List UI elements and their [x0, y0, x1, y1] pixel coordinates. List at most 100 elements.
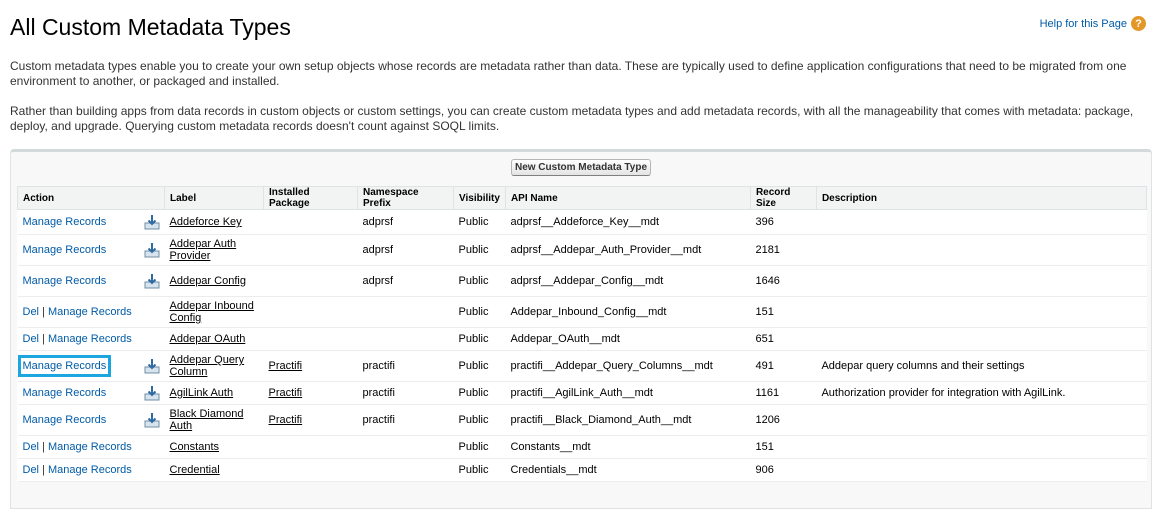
delete-link[interactable]: Del	[23, 306, 40, 318]
delete-link[interactable]: Del	[23, 333, 40, 345]
installed-package-cell	[263, 209, 358, 235]
description-cell	[816, 234, 1147, 266]
page-title: All Custom Metadata Types	[10, 14, 291, 40]
record-size-cell: 906	[750, 458, 817, 482]
action-separator: |	[42, 306, 45, 318]
table-row: Del | Manage Records Credential Public Cred…	[17, 458, 1147, 482]
manage-records-link[interactable]: Manage Records	[48, 441, 132, 453]
visibility-cell: Public	[453, 350, 506, 382]
manage-records-link[interactable]: Manage Records	[23, 216, 107, 228]
api-name-cell: practifi__Black_Diamond_Auth__mdt	[505, 404, 751, 436]
manage-records-link[interactable]: Manage Records	[23, 414, 107, 426]
installed-package-link[interactable]: Practifi	[269, 387, 303, 399]
metadata-type-label-link[interactable]: Credential	[170, 464, 220, 476]
manage-records-link[interactable]: Manage Records	[23, 275, 107, 287]
installed-package-cell	[263, 234, 358, 266]
metadata-types-panel: New Custom Metadata Type Action Label In…	[10, 149, 1152, 509]
action-cell: Del | Manage Records	[17, 458, 165, 482]
api-name-cell: Constants__mdt	[505, 435, 751, 459]
table-header-row: Action Label Installed Package Namespace…	[17, 186, 1148, 210]
label-cell: Addepar Query Column	[164, 350, 264, 382]
visibility-cell: Public	[453, 327, 506, 351]
column-header-namespace-prefix[interactable]: Namespace Prefix	[357, 186, 454, 210]
metadata-types-table: Action Label Installed Package Namespace…	[17, 186, 1148, 482]
record-size-cell: 1161	[750, 381, 817, 405]
table-row: Manage Records Addepar Config adprsf Public…	[17, 265, 1147, 297]
delete-link[interactable]: Del	[23, 441, 40, 453]
label-cell: Addepar Auth Provider	[164, 234, 264, 266]
table-row: Del | Manage Records Addepar OAuth Public A…	[17, 327, 1147, 351]
description-cell: Authorization provider for integration w…	[816, 381, 1147, 405]
namespace-prefix-cell	[357, 435, 454, 459]
metadata-type-label-link[interactable]: Addeforce Key	[170, 216, 242, 228]
label-cell: Addepar Config	[164, 265, 264, 297]
manage-records-link[interactable]: Manage Records	[48, 306, 132, 318]
description-cell	[816, 404, 1147, 436]
metadata-type-label-link[interactable]: Addepar OAuth	[170, 333, 246, 345]
download-icon	[144, 385, 160, 401]
metadata-type-label-link[interactable]: Addepar Inbound Config	[170, 300, 254, 324]
manage-records-link[interactable]: Manage Records	[17, 355, 112, 377]
record-size-cell: 151	[750, 296, 817, 328]
api-name-cell: practifi__AgilLink_Auth__mdt	[505, 381, 751, 405]
description-cell	[816, 209, 1147, 235]
api-name-cell: adprsf__Addepar_Auth_Provider__mdt	[505, 234, 751, 266]
column-header-visibility[interactable]: Visibility	[453, 186, 506, 210]
download-icon	[144, 242, 160, 258]
api-name-cell: adprsf__Addepar_Config__mdt	[505, 265, 751, 297]
installed-package-link[interactable]: Practifi	[269, 414, 303, 426]
namespace-prefix-cell: adprsf	[357, 265, 454, 297]
action-cell: Manage Records	[17, 209, 165, 235]
manage-records-link[interactable]: Manage Records	[23, 244, 107, 256]
visibility-cell: Public	[453, 265, 506, 297]
download-icon	[144, 358, 160, 374]
label-cell: Addepar Inbound Config	[164, 296, 264, 328]
table-row: Manage Records Addepar Auth Provider adprs…	[17, 234, 1147, 266]
installed-package-link[interactable]: Practifi	[269, 360, 303, 372]
api-name-cell: adprsf__Addeforce_Key__mdt	[505, 209, 751, 235]
description-paragraph-2: Rather than building apps from data reco…	[10, 104, 1134, 133]
download-icon	[144, 273, 160, 289]
description-cell	[816, 296, 1147, 328]
question-mark-icon[interactable]: ?	[1131, 16, 1146, 31]
record-size-cell: 1646	[750, 265, 817, 297]
metadata-type-label-link[interactable]: Addepar Config	[170, 275, 246, 287]
metadata-type-label-link[interactable]: Constants	[170, 441, 220, 453]
record-size-cell: 396	[750, 209, 817, 235]
column-header-installed-package[interactable]: Installed Package	[263, 186, 358, 210]
api-name-cell: Credentials__mdt	[505, 458, 751, 482]
api-name-cell: practifi__Addepar_Query_Columns__mdt	[505, 350, 751, 382]
namespace-prefix-cell: practifi	[357, 381, 454, 405]
label-cell: Constants	[164, 435, 264, 459]
download-icon	[144, 214, 160, 230]
manage-records-link[interactable]: Manage Records	[48, 464, 132, 476]
metadata-type-label-link[interactable]: Black Diamond Auth	[170, 408, 244, 432]
namespace-prefix-cell: practifi	[357, 404, 454, 436]
action-cell: Manage Records	[17, 265, 165, 297]
metadata-type-label-link[interactable]: Addepar Query Column	[170, 354, 245, 378]
namespace-prefix-cell: adprsf	[357, 209, 454, 235]
metadata-type-label-link[interactable]: AgilLink Auth	[170, 387, 234, 399]
record-size-cell: 491	[750, 350, 817, 382]
action-cell: Del | Manage Records	[17, 296, 165, 328]
delete-link[interactable]: Del	[23, 464, 40, 476]
metadata-type-label-link[interactable]: Addepar Auth Provider	[170, 238, 237, 262]
installed-package-cell	[263, 265, 358, 297]
action-separator: |	[42, 464, 45, 476]
action-separator: |	[42, 441, 45, 453]
new-custom-metadata-type-button[interactable]: New Custom Metadata Type	[510, 159, 652, 176]
manage-records-link[interactable]: Manage Records	[23, 387, 107, 399]
manage-records-link[interactable]: Manage Records	[48, 333, 132, 345]
column-header-api-name[interactable]: API Name	[504, 186, 751, 210]
column-header-description[interactable]: Description	[815, 186, 1148, 210]
action-cell: Manage Records	[17, 404, 165, 436]
record-size-cell: 1206	[750, 404, 817, 436]
help-link-label[interactable]: Help for this Page	[1040, 18, 1127, 30]
visibility-cell: Public	[453, 234, 506, 266]
column-header-record-size[interactable]: Record Size	[749, 186, 817, 210]
label-cell: Addepar OAuth	[164, 327, 264, 351]
column-header-label[interactable]: Label	[164, 186, 264, 210]
installed-package-cell	[263, 458, 358, 482]
action-cell: Manage Records	[17, 381, 165, 405]
help-link[interactable]: Help for this Page ?	[1040, 16, 1146, 31]
